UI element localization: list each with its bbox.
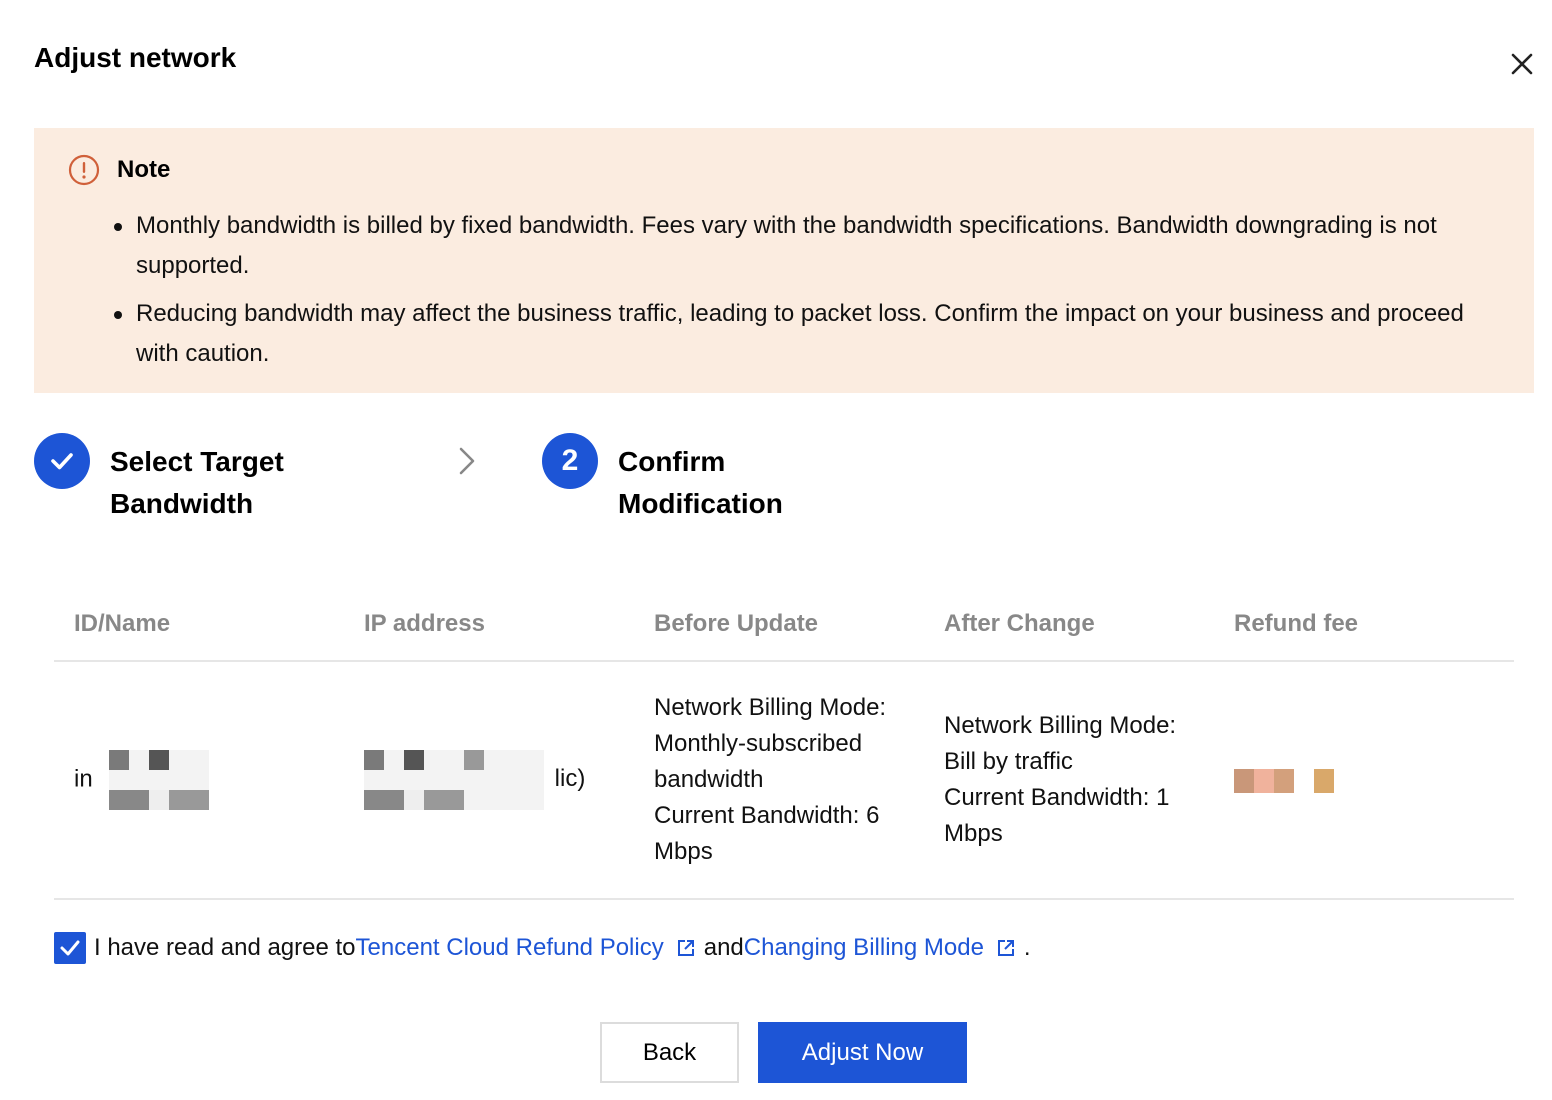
- cell-ip-address: lic): [344, 750, 634, 810]
- agreement-prefix: I have read and agree to: [94, 934, 356, 961]
- note-title: Note: [117, 156, 171, 183]
- cell-id-name: in: [54, 750, 344, 810]
- check-icon: [60, 940, 80, 956]
- step-done-circle: [34, 433, 90, 489]
- note-item: Monthly bandwidth is billed by fixed ban…: [114, 206, 1494, 286]
- before-line: Network Billing Mode:: [654, 694, 887, 721]
- note-item: Reducing bandwidth may affect the busine…: [114, 294, 1494, 374]
- chevron-right-icon: [459, 447, 475, 475]
- step-select-target-bandwidth: Select Target Bandwidth: [34, 433, 310, 525]
- before-line: Mbps: [654, 838, 713, 865]
- before-line: bandwidth: [654, 766, 764, 793]
- step-label: Select Target Bandwidth: [110, 446, 284, 519]
- masked-ip: [364, 750, 544, 810]
- column-header: Before Update: [654, 610, 819, 637]
- step-confirm-modification: 2 Confirm Modification: [542, 433, 818, 525]
- back-button[interactable]: Back: [600, 1022, 739, 1083]
- agreement-middle: and: [703, 934, 744, 961]
- cell-refund-fee: [1214, 762, 1504, 798]
- before-line: Current Bandwidth: 6: [654, 802, 880, 829]
- dialog-title: Adjust network: [34, 42, 237, 73]
- cell-after-change: Network Billing Mode: Bill by traffic Cu…: [924, 708, 1214, 852]
- after-line: Network Billing Mode:: [944, 712, 1177, 739]
- close-icon: [1511, 53, 1533, 75]
- warning-circle-icon: [68, 154, 100, 186]
- refund-policy-link[interactable]: Tencent Cloud Refund Policy: [356, 934, 664, 962]
- agreement-suffix: .: [1023, 934, 1031, 961]
- column-header: Refund fee: [1234, 610, 1359, 637]
- confirm-table: ID/Name IP address Before Update After C…: [54, 598, 1514, 900]
- after-line: Bill by traffic: [944, 748, 1073, 775]
- column-header: After Change: [944, 610, 1095, 637]
- masked-id: [109, 750, 210, 810]
- table-header: ID/Name IP address Before Update After C…: [54, 598, 1514, 662]
- external-link-icon[interactable]: [676, 938, 696, 958]
- before-line: Monthly-subscribed: [654, 730, 863, 757]
- adjust-now-button[interactable]: Adjust Now: [758, 1022, 967, 1083]
- after-line: Mbps: [944, 820, 1003, 847]
- column-header: ID/Name: [74, 610, 171, 637]
- id-name-text: in: [74, 765, 93, 793]
- table-row: in lic) Network Billing Mode: Monthly-su…: [54, 662, 1514, 900]
- step-number: 2: [542, 433, 598, 489]
- close-button[interactable]: [1504, 46, 1540, 82]
- cell-before-update: Network Billing Mode: Monthly-subscribed…: [634, 690, 924, 870]
- note-list: Monthly bandwidth is billed by fixed ban…: [114, 206, 1494, 382]
- note-banner: Note Monthly bandwidth is billed by fixe…: [34, 128, 1534, 393]
- column-header: IP address: [364, 610, 485, 637]
- agreement-row: I have read and agree to Tencent Cloud R…: [54, 932, 1031, 964]
- ip-address-text: lic): [554, 765, 586, 793]
- step-label: Confirm Modification: [618, 446, 783, 519]
- after-line: Current Bandwidth: 1: [944, 784, 1170, 811]
- changing-billing-mode-link[interactable]: Changing Billing Mode: [744, 934, 984, 962]
- agree-checkbox[interactable]: [54, 932, 86, 964]
- check-icon: [51, 453, 73, 470]
- external-link-icon[interactable]: [996, 938, 1016, 958]
- masked-refund-fee: [1234, 768, 1354, 793]
